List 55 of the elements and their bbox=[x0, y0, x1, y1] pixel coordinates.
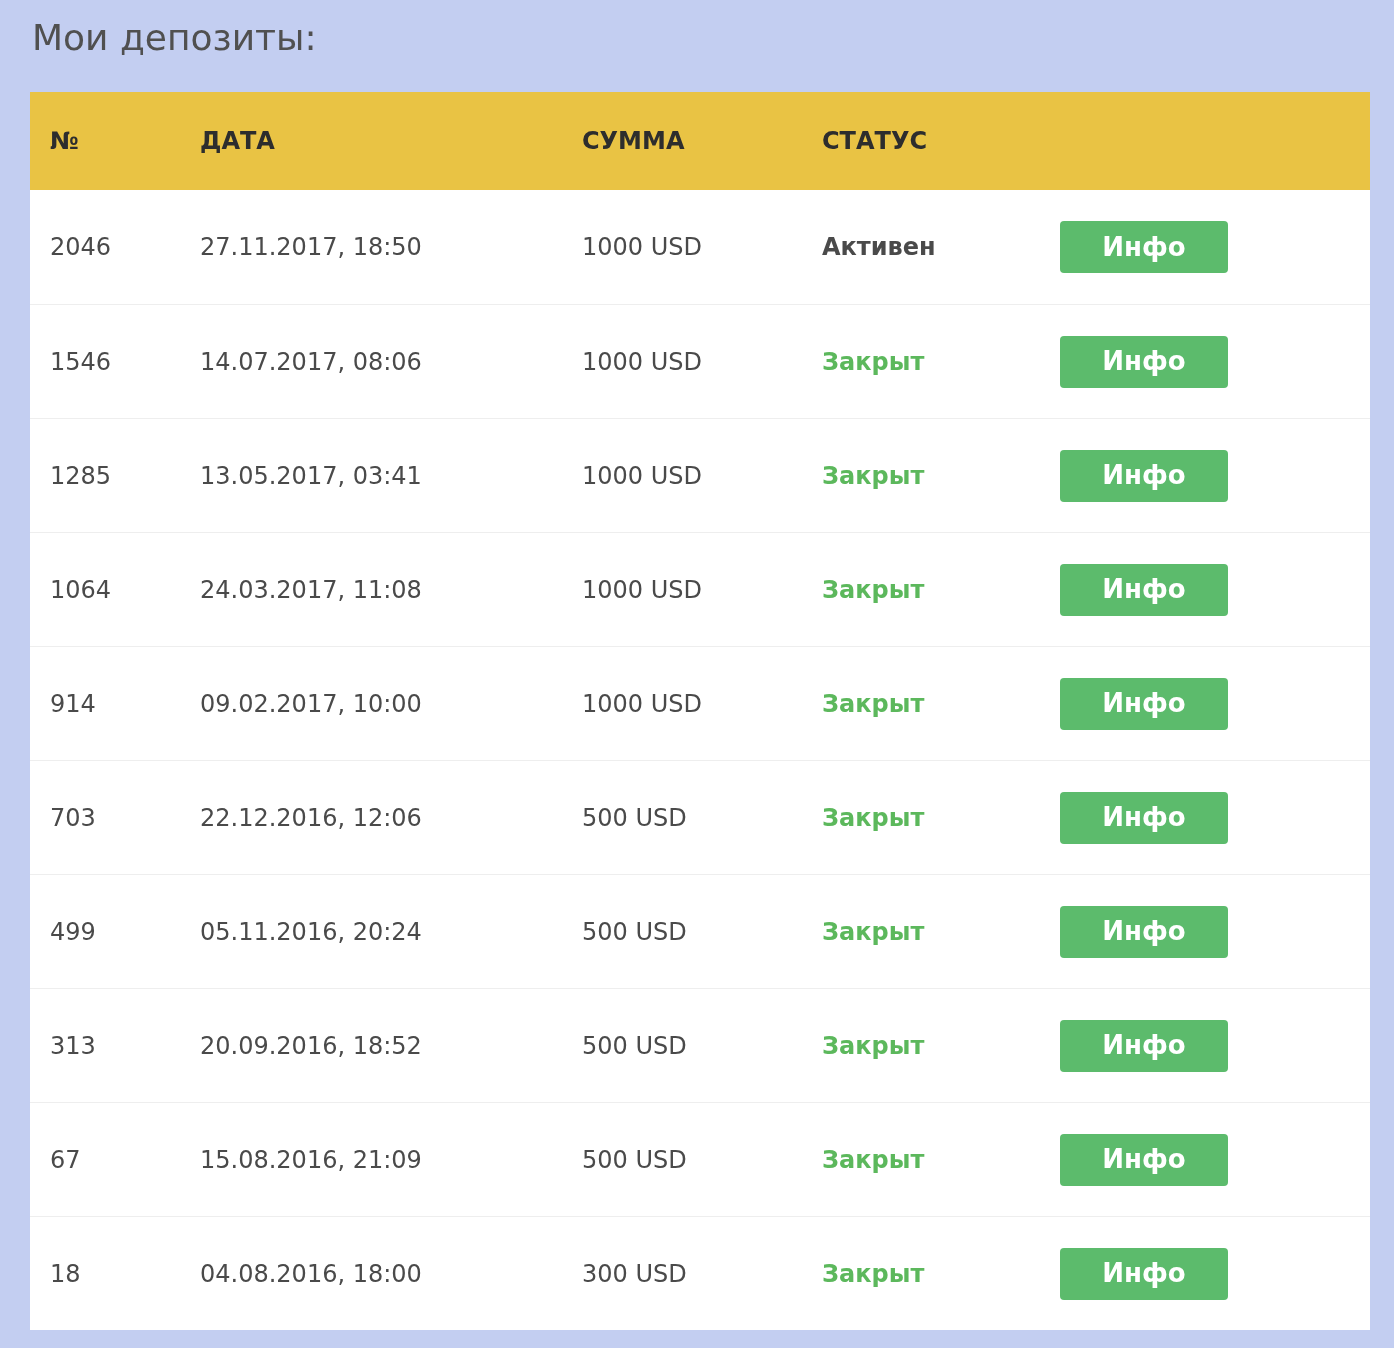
status-text: Закрыт bbox=[822, 461, 925, 490]
table-cell: 1000 USD bbox=[582, 575, 702, 604]
table-cell: 313 bbox=[50, 1031, 96, 1060]
info-button[interactable]: Инфо bbox=[1060, 791, 1228, 844]
table-cell: 18 bbox=[50, 1259, 81, 1288]
table-cell: 20.09.2016, 18:52 bbox=[200, 1031, 422, 1060]
table-cell: 1000 USD bbox=[582, 347, 702, 376]
status-text: Закрыт bbox=[822, 803, 925, 832]
table-cell: 1000 USD bbox=[582, 233, 702, 261]
info-button[interactable]: Инфо bbox=[1060, 335, 1228, 388]
table-cell: 04.08.2016, 18:00 bbox=[200, 1259, 422, 1288]
table-cell: 500 USD bbox=[582, 1145, 687, 1174]
status-text: Закрыт bbox=[822, 689, 925, 718]
info-button[interactable]: Инфо bbox=[1060, 1247, 1228, 1300]
column-header: СУММА bbox=[582, 127, 685, 155]
table-cell: 300 USD bbox=[582, 1259, 687, 1288]
info-button[interactable]: Инфо bbox=[1060, 449, 1228, 502]
info-button[interactable]: Инфо bbox=[1060, 905, 1228, 958]
table-cell: 2046 bbox=[50, 233, 112, 261]
status-text: Закрыт bbox=[822, 347, 925, 376]
info-button[interactable]: Инфо bbox=[1060, 563, 1228, 616]
table-cell: 500 USD bbox=[582, 917, 687, 946]
info-button[interactable]: Инфо bbox=[1060, 677, 1228, 730]
page-title: Мои депозиты: bbox=[31, 16, 317, 60]
table-cell: 703 bbox=[50, 803, 96, 832]
table-cell: 499 bbox=[50, 917, 96, 946]
table-cell: 13.05.2017, 03:41 bbox=[200, 461, 422, 490]
status-text: Закрыт bbox=[822, 1031, 925, 1060]
table-cell: 500 USD bbox=[582, 803, 687, 832]
table-cell: 500 USD bbox=[582, 1031, 687, 1060]
table-cell: 1285 bbox=[50, 461, 112, 490]
table-cell: 1546 bbox=[50, 347, 112, 376]
table-cell: 67 bbox=[50, 1145, 81, 1174]
status-text: Активен bbox=[822, 233, 936, 261]
column-header: ДАТА bbox=[200, 127, 275, 155]
table-cell: 1000 USD bbox=[582, 461, 702, 490]
table-cell: 05.11.2016, 20:24 bbox=[200, 917, 422, 946]
status-text: Закрыт bbox=[822, 917, 925, 946]
table-cell: 914 bbox=[50, 689, 96, 718]
table-cell: 27.11.2017, 18:50 bbox=[200, 233, 422, 261]
status-text: Закрыт bbox=[822, 1259, 925, 1288]
status-text: Закрыт bbox=[822, 575, 925, 604]
table-cell: 14.07.2017, 08:06 bbox=[200, 347, 422, 376]
table-cell: 1000 USD bbox=[582, 689, 702, 718]
table-cell: 1064 bbox=[50, 575, 112, 604]
column-header: СТАТУС bbox=[822, 127, 928, 155]
info-button[interactable]: Инфо bbox=[1060, 1019, 1228, 1072]
info-button[interactable]: Инфо bbox=[1060, 1133, 1228, 1186]
status-text: Закрыт bbox=[822, 1145, 925, 1174]
table-cell: 09.02.2017, 10:00 bbox=[200, 689, 422, 718]
table-cell: 24.03.2017, 11:08 bbox=[200, 575, 422, 604]
table-cell: 15.08.2016, 21:09 bbox=[200, 1145, 422, 1174]
column-header: № bbox=[50, 127, 79, 155]
table-cell: 22.12.2016, 12:06 bbox=[200, 803, 422, 832]
info-button[interactable]: Инфо bbox=[1060, 221, 1228, 273]
